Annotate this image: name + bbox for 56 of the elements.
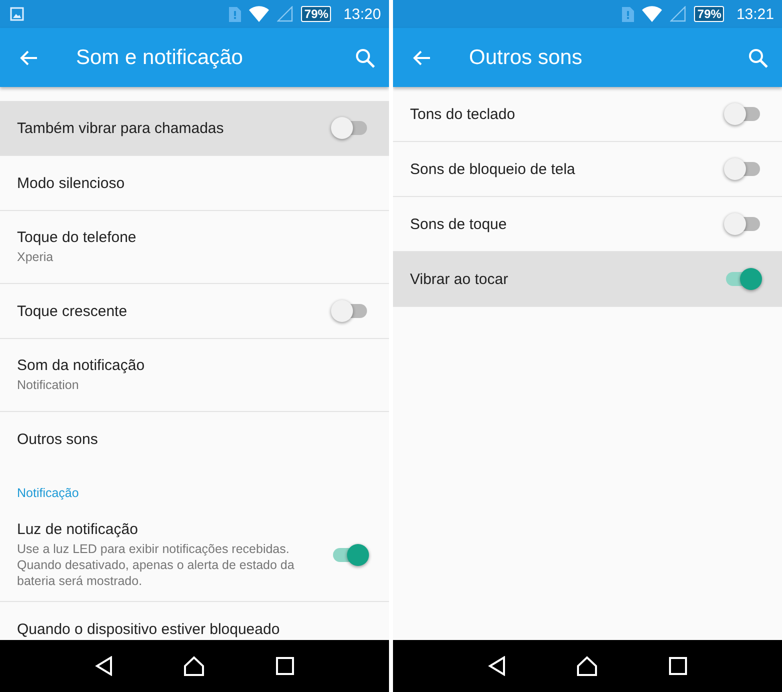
search-icon[interactable] bbox=[355, 48, 375, 68]
list-item[interactable]: Outros sons bbox=[0, 412, 389, 467]
list-item[interactable]: Vibrar ao tocar bbox=[393, 252, 782, 307]
item-summary: Use a luz LED para exibir notificações recebidas. Quando desativado, apenas o alerta de estado da bateria será mostrado. bbox=[17, 541, 296, 589]
signal-icon bbox=[670, 6, 686, 22]
list-item[interactable]: Tons do teclado bbox=[393, 87, 782, 142]
toggle-switch[interactable] bbox=[724, 213, 762, 235]
back-arrow-icon[interactable] bbox=[413, 50, 431, 66]
toggle-switch[interactable] bbox=[724, 103, 762, 125]
toggle-switch[interactable] bbox=[331, 544, 369, 566]
battery-indicator: 79% bbox=[694, 6, 724, 22]
screen-title: Outros sons bbox=[469, 46, 584, 70]
list-item[interactable]: Toque do telefone Xperia bbox=[0, 211, 389, 284]
item-title: Toque do telefone bbox=[17, 229, 138, 246]
sim-card-icon bbox=[229, 6, 242, 22]
wifi-icon bbox=[249, 6, 270, 22]
item-title: Sons de toque bbox=[410, 216, 508, 232]
clock: 13:21 bbox=[736, 6, 774, 22]
item-title: Modo silencioso bbox=[17, 174, 126, 192]
item-title: Sons de bloqueio de tela bbox=[410, 160, 576, 178]
list-item[interactable]: Modo silencioso bbox=[0, 156, 389, 211]
item-title: Também vibrar para chamadas bbox=[17, 120, 225, 136]
item-title: Tons do teclado bbox=[410, 106, 516, 122]
back-icon[interactable] bbox=[488, 656, 506, 676]
item-title: Vibrar ao tocar bbox=[410, 270, 510, 288]
list-item[interactable]: Toque crescente bbox=[0, 284, 389, 339]
item-title: Som da notificação bbox=[17, 357, 146, 374]
item-title: Quando o dispositivo estiver bloqueado bbox=[17, 620, 281, 638]
toggle-switch[interactable] bbox=[331, 300, 369, 322]
item-title: Toque crescente bbox=[17, 302, 128, 320]
list-item[interactable]: Também vibrar para chamadas bbox=[0, 101, 389, 156]
clock: 13:20 bbox=[343, 6, 381, 22]
battery-indicator: 79% bbox=[301, 6, 332, 22]
screen-title: Som e notificação bbox=[76, 46, 244, 70]
item-title: Luz de notificação bbox=[17, 521, 139, 538]
item-summary: Xperia bbox=[17, 249, 54, 265]
back-arrow-icon[interactable] bbox=[20, 50, 38, 66]
section-header: Notificação bbox=[16, 485, 80, 502]
item-summary: Notification bbox=[17, 377, 80, 393]
signal-icon bbox=[277, 6, 294, 22]
item-title: Outros sons bbox=[17, 431, 99, 448]
recent-apps-icon[interactable] bbox=[276, 657, 294, 675]
sim-card-icon bbox=[622, 6, 634, 22]
back-icon[interactable] bbox=[95, 656, 114, 676]
home-icon[interactable] bbox=[183, 656, 206, 676]
home-icon[interactable] bbox=[576, 656, 598, 676]
toggle-switch[interactable] bbox=[724, 158, 762, 180]
list-item[interactable]: Luz de notificação Use a luz LED para exibir notificações recebidas. Quando desativado, apenas o alerta de estado da bateria será mostrado. bbox=[0, 509, 389, 602]
toggle-switch[interactable] bbox=[724, 268, 762, 290]
list-item[interactable]: Sons de bloqueio de tela bbox=[393, 142, 782, 197]
list-item[interactable]: Som da notificação Notification bbox=[0, 339, 389, 412]
search-icon[interactable] bbox=[748, 48, 768, 68]
toggle-switch[interactable] bbox=[331, 117, 369, 139]
image-icon bbox=[10, 7, 24, 21]
wifi-icon bbox=[642, 6, 662, 22]
recent-apps-icon[interactable] bbox=[668, 657, 687, 675]
